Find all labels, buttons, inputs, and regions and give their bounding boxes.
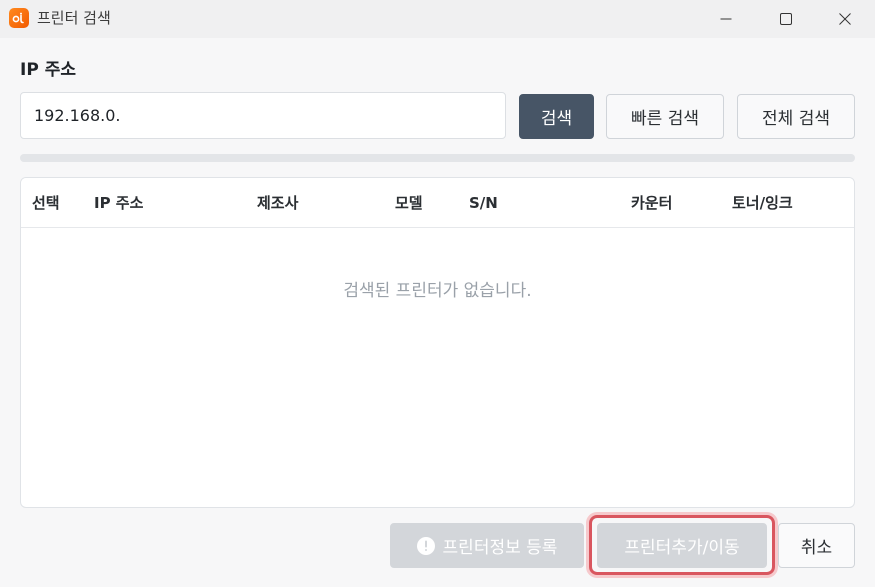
search-button[interactable]: 검색	[519, 94, 594, 139]
ip-address-label: IP 주소	[20, 60, 76, 80]
fast-search-button[interactable]: 빠른 검색	[606, 94, 724, 139]
printer-table: 선택 IP 주소 제조사 모델 S/N 카운터 토너/잉크 검색된 프린터가 없…	[20, 177, 855, 508]
ip-address-input[interactable]	[20, 92, 506, 139]
exclamation-circle-icon	[416, 536, 435, 555]
table-header: 선택 IP 주소 제조사 모델 S/N 카운터 토너/잉크	[21, 178, 854, 228]
empty-table-message: 검색된 프린터가 없습니다.	[343, 281, 532, 301]
column-manufacturer[interactable]: 제조사	[257, 194, 298, 212]
app-logo-icon	[9, 8, 29, 28]
column-model[interactable]: 모델	[395, 194, 423, 212]
column-serial[interactable]: S/N	[469, 194, 498, 212]
close-icon	[839, 13, 851, 25]
search-progress-bar	[20, 154, 855, 162]
maximize-icon	[780, 13, 792, 25]
column-toner-ink[interactable]: 토너/잉크	[732, 194, 793, 212]
window-title: 프린터 검색	[37, 9, 111, 27]
cancel-button[interactable]: 취소	[778, 523, 855, 568]
column-ip-address[interactable]: IP 주소	[94, 194, 143, 212]
printer-search-window: 프린터 검색 IP 주소 검색 빠른 검색 전체 검색 선택	[0, 0, 875, 587]
register-printer-info-label: 프린터정보 등록	[442, 538, 558, 558]
column-select[interactable]: 선택	[32, 194, 60, 212]
close-button[interactable]	[822, 0, 868, 38]
minimize-button[interactable]	[703, 0, 749, 38]
maximize-button[interactable]	[763, 0, 809, 38]
register-printer-info-button[interactable]: 프린터정보 등록	[390, 523, 584, 568]
full-search-button[interactable]: 전체 검색	[737, 94, 855, 139]
add-move-printer-button[interactable]: 프린터추가/이동	[597, 523, 767, 568]
column-counter[interactable]: 카운터	[631, 194, 672, 212]
minimize-icon	[720, 18, 732, 20]
title-bar: 프린터 검색	[0, 0, 875, 38]
